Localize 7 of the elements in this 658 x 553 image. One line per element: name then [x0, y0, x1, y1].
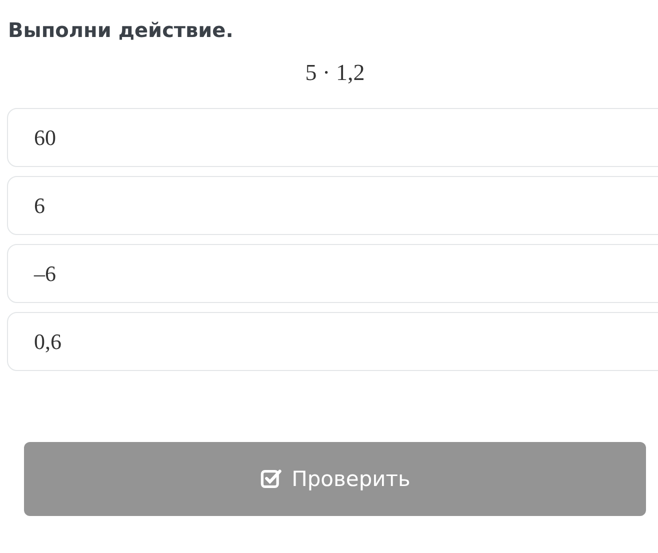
- answer-option[interactable]: –6: [7, 244, 658, 303]
- answer-option[interactable]: 6: [7, 176, 658, 235]
- answer-option[interactable]: 60: [7, 108, 658, 167]
- checkbox-icon: [260, 468, 282, 490]
- question-title: Выполни действие.: [8, 18, 234, 42]
- answer-option[interactable]: 0,6: [7, 312, 658, 371]
- math-expression: 5 · 1,2: [304, 60, 366, 86]
